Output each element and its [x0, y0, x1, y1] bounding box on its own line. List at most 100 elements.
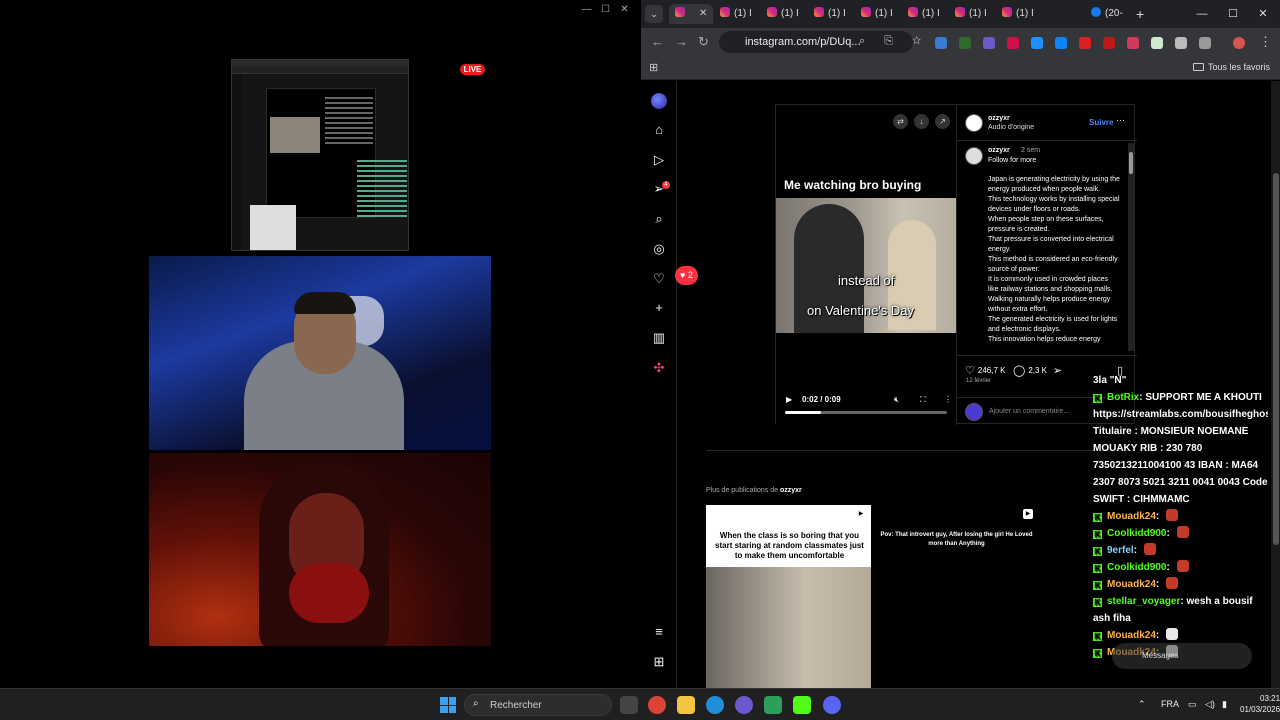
start-button[interactable] — [440, 697, 456, 713]
chat-username[interactable]: Mouadk24 — [1107, 630, 1156, 641]
minimize-button[interactable]: — — [1187, 4, 1217, 24]
clock[interactable]: 03:21 01/03/2026 — [1240, 693, 1280, 715]
fullscreen-icon[interactable]: ⛶ — [920, 395, 926, 405]
share-icon[interactable]: ↗ — [935, 114, 950, 129]
app-icon[interactable] — [764, 696, 782, 714]
comment-button[interactable]: ◯ 2,3 K — [1013, 364, 1047, 377]
heart-icon[interactable]: ♡ — [651, 271, 667, 287]
page-scroll-thumb[interactable] — [1273, 173, 1279, 545]
close-button[interactable]: ✕ — [615, 3, 634, 17]
messages-button[interactable]: Messages — [1112, 643, 1252, 669]
dashboard-icon[interactable]: ▥ — [651, 330, 667, 346]
post-username[interactable]: ozzyxr — [988, 115, 1010, 122]
extension-icon[interactable] — [1103, 37, 1115, 49]
forward-button[interactable]: → — [675, 34, 688, 50]
chat-username[interactable]: BotRix — [1107, 392, 1139, 403]
create-icon[interactable]: + — [651, 300, 667, 316]
chat-username[interactable]: Mouadk24 — [1107, 511, 1156, 522]
network-icon[interactable]: ▭ — [1188, 699, 1197, 710]
extension-icon[interactable] — [1151, 37, 1163, 49]
instagram-logo-icon[interactable] — [651, 93, 667, 109]
chat-username[interactable]: Coolkidd900 — [1107, 528, 1166, 539]
apps-grid-icon[interactable]: ⊞ — [651, 654, 667, 670]
avatar[interactable] — [1233, 37, 1245, 49]
extension-icon[interactable] — [1031, 37, 1043, 49]
extension-icon[interactable] — [983, 37, 995, 49]
explore-icon[interactable]: ◎ — [651, 241, 667, 257]
tab[interactable]: (1) I — [955, 4, 987, 24]
tab[interactable]: (1) I — [861, 4, 893, 24]
page-scrollbar[interactable] — [1271, 81, 1280, 688]
likes-notification-pill[interactable]: ♥ 2 — [675, 266, 698, 285]
chrome-icon[interactable] — [648, 696, 666, 714]
maximize-button[interactable]: ☐ — [1218, 4, 1248, 24]
chat-username[interactable]: 9erfel — [1107, 545, 1134, 556]
back-button[interactable]: ← — [651, 34, 664, 50]
volume-icon[interactable]: ◁) — [1205, 699, 1215, 710]
address-bar-actions[interactable]: ⌕ ⎘ ☆ — [859, 35, 929, 48]
share-button[interactable]: ➢ — [1053, 364, 1065, 377]
task-view-icon[interactable] — [620, 696, 638, 714]
tab-active[interactable]: ✕ — [669, 4, 714, 24]
download-icon[interactable]: ↓ — [914, 114, 929, 129]
extension-icon[interactable] — [959, 37, 971, 49]
apps-icon[interactable]: ⊞ — [649, 61, 658, 74]
taskbar-search[interactable]: ⌕ Rechercher — [464, 694, 612, 716]
more-post-thumbnail[interactable]: ▶ Pov: That introvert guy, After losing … — [873, 505, 1038, 688]
meta-ai-icon[interactable]: ✣ — [651, 360, 667, 376]
avatar[interactable] — [965, 147, 983, 165]
edge-icon[interactable] — [706, 696, 724, 714]
repost-icon[interactable]: ⇄ — [893, 114, 908, 129]
tab[interactable]: (1) I — [720, 4, 752, 24]
reels-icon[interactable]: ▷ — [651, 152, 667, 168]
discord-icon[interactable] — [823, 696, 841, 714]
like-button[interactable]: ♡ 246,7 K — [965, 364, 1005, 377]
close-icon[interactable]: ✕ — [699, 8, 707, 19]
home-icon[interactable]: ⌂ — [651, 122, 667, 138]
extension-icon[interactable] — [1007, 37, 1019, 49]
close-button[interactable]: ✕ — [1248, 4, 1278, 24]
language-indicator[interactable]: FRA — [1161, 699, 1179, 709]
tab[interactable]: (1) I — [767, 4, 799, 24]
follow-button[interactable]: Suivre — [1089, 118, 1113, 127]
avatar[interactable] — [965, 114, 983, 132]
post-audio[interactable]: Audio d'origine — [988, 124, 1034, 131]
new-tab-button[interactable]: + — [1136, 4, 1144, 24]
app-icon[interactable] — [735, 696, 753, 714]
extension-icon[interactable] — [1127, 37, 1139, 49]
tab-facebook[interactable]: (20- — [1091, 4, 1123, 24]
caption-scrollbar[interactable] — [1128, 143, 1134, 351]
comment-input[interactable]: Ajouter un commentaire... — [989, 408, 1069, 415]
tab[interactable]: (1) I — [814, 4, 846, 24]
search-icon[interactable]: ⌕ — [651, 211, 667, 227]
puzzle-icon[interactable] — [1199, 37, 1211, 49]
maximize-button[interactable]: ☐ — [596, 3, 615, 17]
more-post-thumbnail[interactable]: ▶ When the class is so boring that you s… — [706, 505, 871, 688]
chat-username[interactable]: Mouadk24 — [1107, 579, 1156, 590]
chat-username[interactable]: stellar_voyager — [1107, 596, 1180, 607]
more-options-icon[interactable]: ⋮ — [944, 395, 952, 404]
url-text[interactable]: instagram.com/p/DUq... — [745, 36, 861, 48]
menu-icon[interactable]: ≡ — [651, 624, 667, 640]
minimize-button[interactable]: — — [577, 3, 596, 17]
reload-button[interactable]: ↻ — [698, 34, 709, 50]
more-menu-icon[interactable]: ⋮ — [1259, 34, 1272, 50]
tab[interactable]: (1) I — [1002, 4, 1034, 24]
extension-icon[interactable] — [1055, 37, 1067, 49]
caption-scroll-thumb[interactable] — [1129, 152, 1133, 174]
video-progress-bar[interactable] — [785, 411, 947, 414]
tab-search-button[interactable]: ⌄ — [645, 5, 663, 23]
kick-icon[interactable] — [793, 696, 811, 714]
play-icon[interactable]: ▶ — [786, 395, 792, 404]
battery-icon[interactable]: ▮ — [1222, 699, 1227, 710]
shield-icon[interactable] — [1175, 37, 1187, 49]
tray-overflow-icon[interactable]: ⌃ — [1138, 699, 1146, 710]
tab[interactable]: (1) I — [908, 4, 940, 24]
file-explorer-icon[interactable] — [677, 696, 695, 714]
chat-username[interactable]: Coolkidd900 — [1107, 562, 1166, 573]
reel-video[interactable]: ⇄ ↓ ↗ Me watching bro buying instead of … — [776, 105, 956, 425]
mute-icon[interactable]: 🔇︎ — [894, 395, 899, 405]
youtube-icon[interactable] — [1079, 37, 1091, 49]
caption-username[interactable]: ozzyxr — [988, 147, 1010, 154]
bookmarks-folder[interactable]: Tous les favoris — [1192, 62, 1270, 72]
